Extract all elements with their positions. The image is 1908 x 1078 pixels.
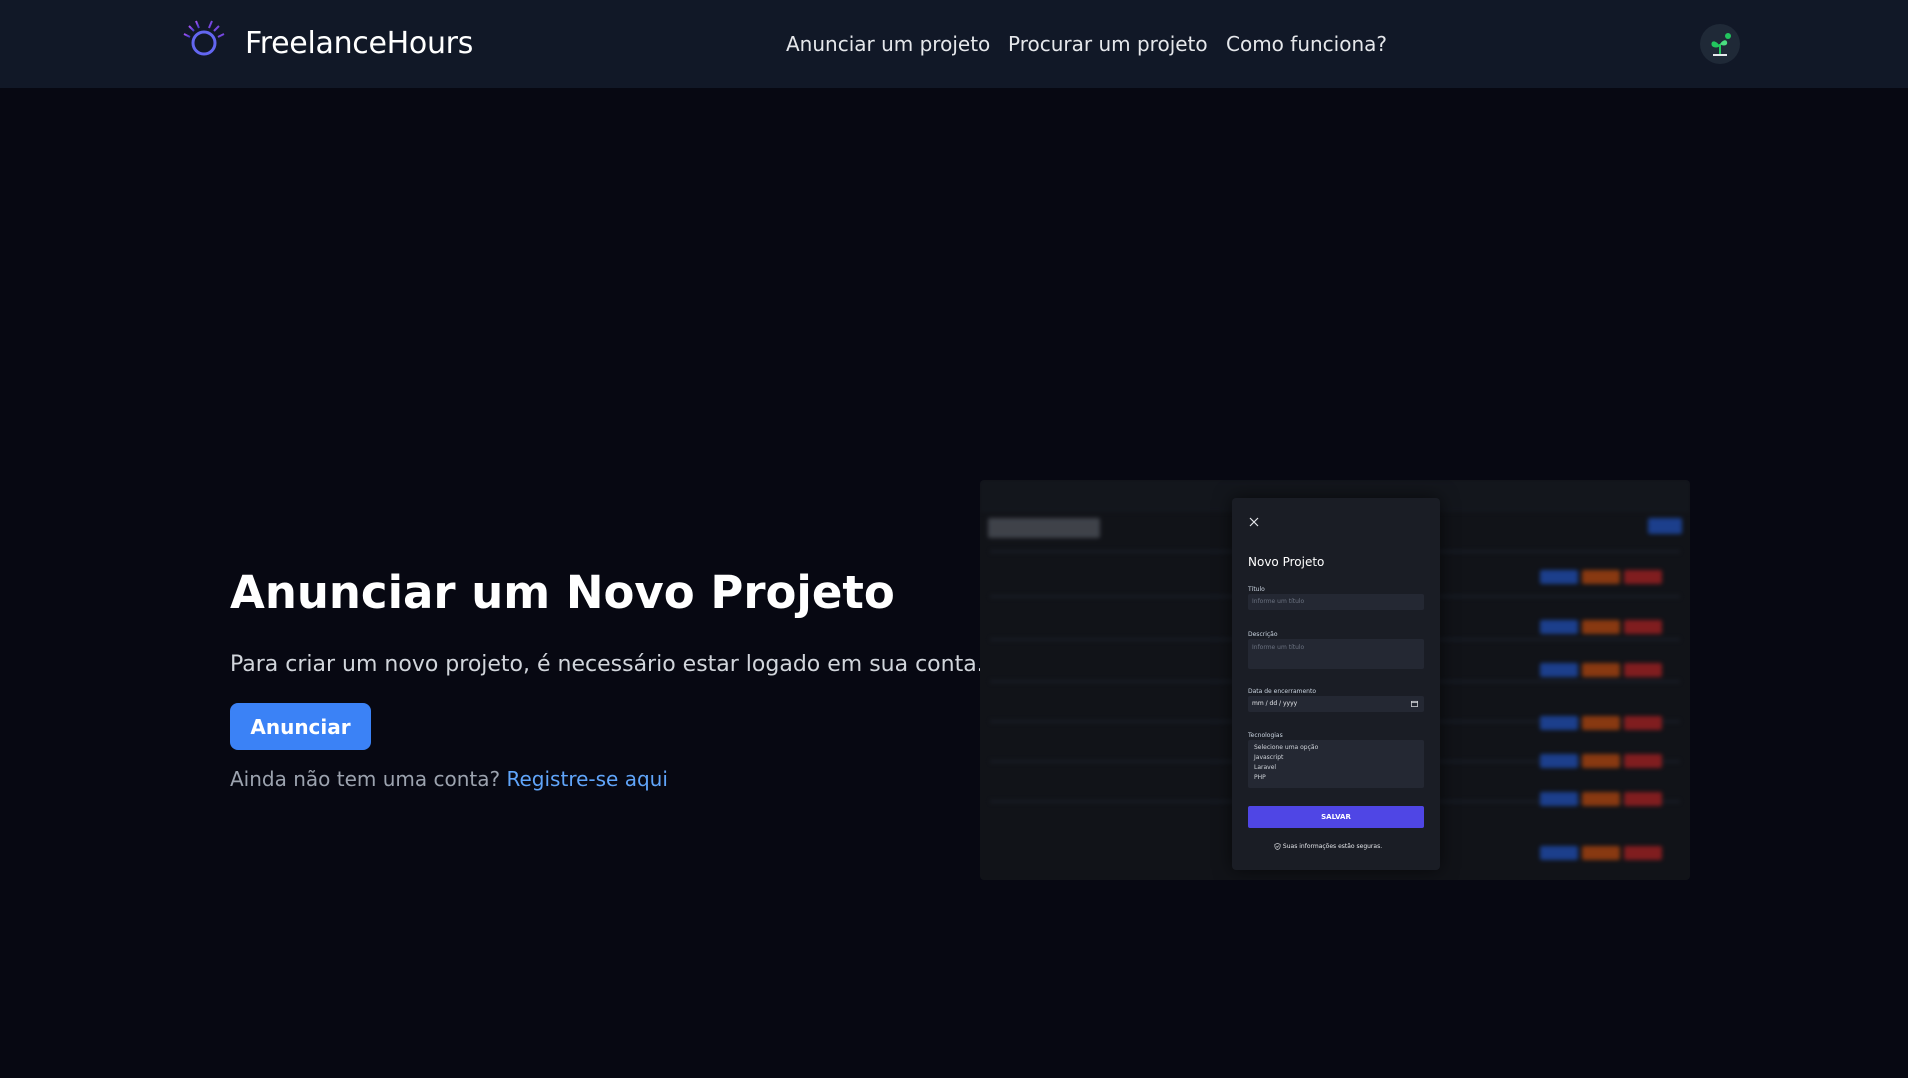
preview-edit-button bbox=[1540, 620, 1578, 634]
preview-view-button bbox=[1582, 570, 1620, 584]
tech-option: PHP bbox=[1254, 774, 1266, 781]
shield-check-icon bbox=[1274, 843, 1281, 850]
preview-view-button bbox=[1582, 754, 1620, 768]
preview-edit-button bbox=[1540, 716, 1578, 730]
date-placeholder: mm / dd / yyyy bbox=[1252, 700, 1298, 707]
announce-button[interactable]: Anunciar bbox=[230, 703, 371, 750]
plant-avatar-icon bbox=[1711, 33, 1731, 56]
user-avatar[interactable] bbox=[1700, 24, 1740, 64]
tech-option: Laravel bbox=[1254, 764, 1277, 771]
nav-announce-project[interactable]: Anunciar um projeto bbox=[786, 32, 990, 56]
date-label: Data de encerramento bbox=[1248, 688, 1316, 695]
new-project-modal: Novo Projeto Título Informe um título De… bbox=[1232, 498, 1440, 870]
nav-how-it-works[interactable]: Como funciona? bbox=[1226, 32, 1387, 56]
preview-edit-button bbox=[1540, 570, 1578, 584]
modal-title: Novo Projeto bbox=[1248, 555, 1325, 569]
signup-prompt: Ainda não tem uma conta? Registre-se aqu… bbox=[230, 767, 668, 791]
preview-view-button bbox=[1582, 846, 1620, 860]
save-button: SALVAR bbox=[1248, 806, 1424, 828]
description-field: Informe um título bbox=[1248, 639, 1424, 669]
secure-note-text: Suas informações estão seguras. bbox=[1282, 843, 1383, 850]
secure-note: Suas informações estão seguras. bbox=[1274, 843, 1382, 850]
tech-select: Selecione uma opção Javascript Laravel P… bbox=[1248, 740, 1424, 788]
page-subtitle: Para criar um novo projeto, é necessário… bbox=[230, 652, 984, 677]
tech-option: Selecione uma opção bbox=[1254, 744, 1319, 751]
top-header: FreelanceHours Anunciar um projeto Procu… bbox=[0, 0, 1908, 88]
nav-search-project[interactable]: Procurar um projeto bbox=[1008, 32, 1208, 56]
preview-delete-button bbox=[1624, 716, 1662, 730]
preview-view-button bbox=[1582, 792, 1620, 806]
main-nav: Anunciar um projeto Procurar um projeto … bbox=[0, 32, 1908, 62]
date-field: mm / dd / yyyy bbox=[1248, 696, 1424, 712]
page-title: Anunciar um Novo Projeto bbox=[230, 566, 895, 619]
preview-delete-button bbox=[1624, 846, 1662, 860]
calendar-icon bbox=[1411, 700, 1418, 707]
signup-prompt-text: Ainda não tem uma conta? bbox=[230, 767, 501, 791]
preview-search bbox=[988, 518, 1100, 538]
title-label: Título bbox=[1248, 586, 1265, 593]
close-icon bbox=[1249, 517, 1259, 527]
description-label: Descrição bbox=[1248, 631, 1278, 638]
preview-new-button bbox=[1648, 518, 1682, 534]
register-link[interactable]: Registre-se aqui bbox=[507, 767, 668, 791]
preview-edit-button bbox=[1540, 792, 1578, 806]
preview-delete-button bbox=[1624, 570, 1662, 584]
tech-label: Tecnologias bbox=[1248, 732, 1283, 739]
preview-delete-button bbox=[1624, 792, 1662, 806]
preview-delete-button bbox=[1624, 620, 1662, 634]
preview-view-button bbox=[1582, 620, 1620, 634]
app-preview-image: Novo Projeto Título Informe um título De… bbox=[980, 480, 1690, 880]
title-field: Informe um título bbox=[1248, 594, 1424, 610]
preview-delete-button bbox=[1624, 663, 1662, 677]
preview-delete-button bbox=[1624, 754, 1662, 768]
preview-view-button bbox=[1582, 663, 1620, 677]
tech-option: Javascript bbox=[1254, 754, 1284, 761]
preview-edit-button bbox=[1540, 663, 1578, 677]
preview-edit-button bbox=[1540, 754, 1578, 768]
preview-view-button bbox=[1582, 716, 1620, 730]
preview-edit-button bbox=[1540, 846, 1578, 860]
